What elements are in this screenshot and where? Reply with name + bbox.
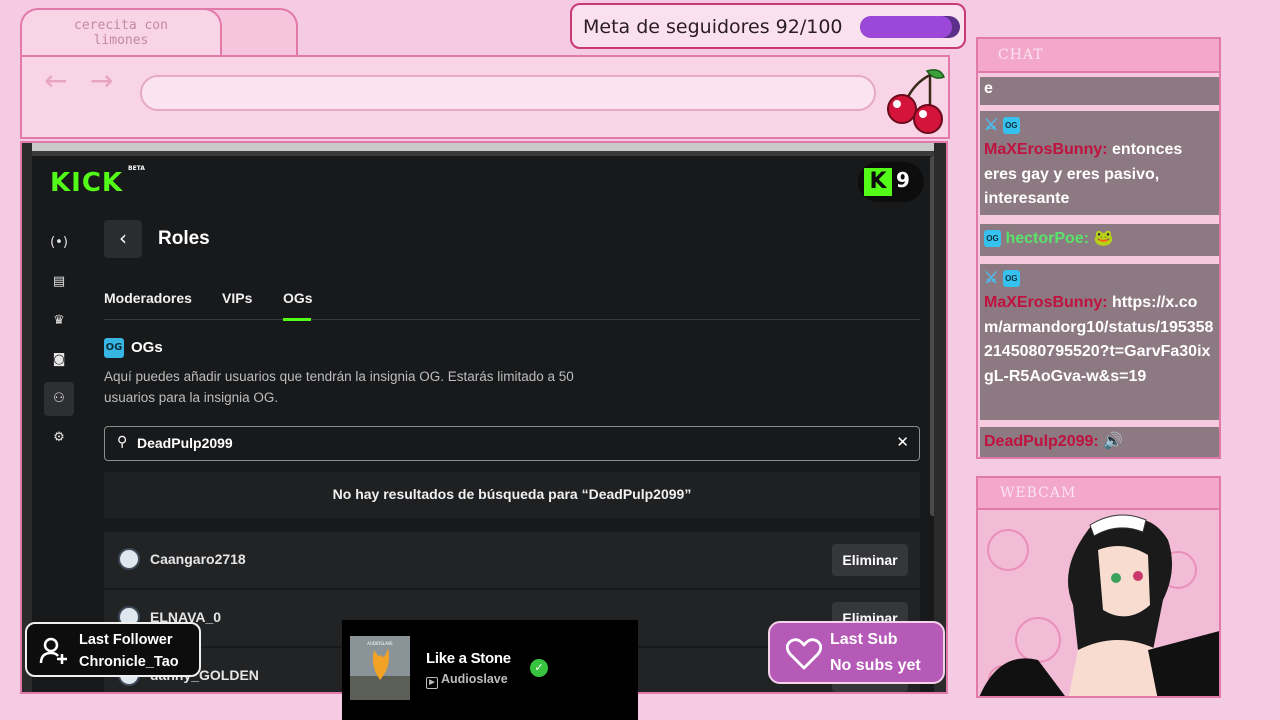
last-follower-name: Chronicle_Tao: [79, 654, 179, 670]
chat-message: ⚔ OG MaXErosBunny: https://x.com/armando…: [980, 264, 1219, 420]
kick-main: KICK BETA K 9 (•) ▤ ♛ ◙ ⚇ ⚙ ‹ Roles Mode…: [32, 156, 938, 692]
tab-title-line2: limones: [93, 33, 149, 48]
cherry-icon: [887, 69, 945, 134]
forward-arrow-icon[interactable]: →: [90, 64, 113, 97]
users-icon[interactable]: ⚇: [44, 382, 74, 416]
last-follower-label: Last Follower: [79, 632, 173, 648]
window-right-edge: [934, 143, 946, 692]
gear-icon[interactable]: ⚙: [44, 421, 74, 455]
chat-username[interactable]: MaXErosBunny:: [984, 141, 1108, 158]
tab-vips[interactable]: VIPs: [222, 290, 252, 306]
last-sub-label: Last Sub: [830, 631, 898, 648]
chat-message: e: [980, 77, 1219, 105]
chat-text: e: [984, 80, 993, 97]
follower-goal-fill: [860, 16, 952, 38]
og-description: Aquí puedes añadir usuarios que tendrán …: [104, 369, 574, 405]
follower-goal: Meta de seguidores 92/100: [570, 3, 966, 49]
roles-tabs: Moderadores VIPs OGs: [104, 290, 920, 321]
list-item: Caangaro2718 Eliminar: [104, 532, 920, 588]
og-badge-icon: OG: [984, 230, 1001, 248]
chat-username[interactable]: DeadPulp2099:: [984, 433, 1099, 450]
album-cover: AUDIOSLAVE: [350, 636, 410, 700]
chat-message: ⚔ OG MaXErosBunny: entonces eres gay y e…: [980, 111, 1219, 215]
add-user-icon: [39, 637, 67, 664]
now-playing-widget: AUDIOSLAVE Like a Stone ▶ Audioslave ✓: [342, 620, 638, 720]
heart-icon: [786, 638, 822, 670]
camera-icon[interactable]: ◙: [44, 343, 74, 377]
webcam-panel: WEBCAM: [976, 476, 1221, 698]
webcam-header: WEBCAM: [978, 478, 1219, 510]
play-icon: ▶: [426, 677, 438, 689]
broadcast-icon[interactable]: (•): [44, 226, 74, 260]
sword-icon: ⚔: [984, 117, 999, 134]
chat-badges: ⚔ OG: [984, 267, 1215, 291]
og-badge-icon: OG: [104, 338, 124, 358]
browser-toolbar: ← →: [20, 55, 950, 139]
browser-tab-active[interactable]: cerecita con limones: [20, 8, 222, 58]
tab-ogs[interactable]: OGs: [283, 290, 313, 306]
frog-emote-icon: 🐸: [1093, 230, 1114, 247]
og-badge-icon: OG: [1002, 270, 1020, 288]
chat-header: CHAT: [978, 39, 1219, 73]
url-bar[interactable]: [140, 75, 876, 111]
page-title: Roles: [158, 228, 210, 249]
close-icon[interactable]: ✕: [896, 433, 909, 451]
last-sub-value: No subs yet: [830, 657, 921, 674]
tab-title-line1: cerecita con: [74, 18, 168, 33]
sword-icon: ⚔: [984, 270, 999, 287]
follower-goal-text: Meta de seguidores 92/100: [583, 16, 843, 38]
og-username[interactable]: Caangaro2718: [150, 551, 246, 567]
analytics-icon[interactable]: ▤: [44, 265, 74, 299]
check-icon: ✓: [530, 659, 548, 677]
search-value: DeadPulp2099: [137, 435, 233, 451]
last-sub-widget: Last Sub No subs yet: [768, 621, 945, 684]
chat-badges: ⚔ OG: [984, 114, 1215, 138]
back-button[interactable]: ‹: [104, 220, 142, 258]
back-arrow-icon[interactable]: ←: [44, 64, 67, 97]
og-section-title: OGs: [131, 339, 163, 356]
track-title: Like a Stone: [426, 650, 511, 667]
no-results-message: No hay resultados de búsqueda para “Dead…: [104, 472, 920, 518]
chat-username[interactable]: MaXErosBunny:: [984, 294, 1108, 311]
track-artist-row: ▶ Audioslave: [426, 672, 508, 689]
chat-panel: CHAT e ⚔ OG MaXErosBunny: entonces eres …: [976, 37, 1221, 459]
speaker-emote-icon: 🔊: [1103, 433, 1124, 450]
chat-username[interactable]: hectorPoe:: [1005, 230, 1089, 247]
track-artist: Audioslave: [441, 672, 508, 686]
chat-message: OG hectorPoe: 🐸: [980, 224, 1219, 256]
search-icon: ⚲: [117, 434, 128, 450]
avatar: [118, 548, 140, 570]
chat-title: CHAT: [998, 47, 1044, 63]
last-follower-widget: Last Follower Chronicle_Tao: [25, 622, 201, 677]
search-input[interactable]: ⚲ DeadPulp2099 ✕: [104, 426, 920, 461]
album-art: AUDIOSLAVE: [350, 636, 410, 700]
roles-content: ‹ Roles Moderadores VIPs OGs OG OGs Aquí…: [104, 156, 922, 692]
trophy-icon[interactable]: ♛: [44, 304, 74, 338]
avatar-illustration: [979, 514, 1219, 696]
album-label: AUDIOSLAVE: [367, 641, 393, 646]
window-top-edge: [22, 143, 946, 151]
active-tab-underline: [283, 318, 311, 321]
webcam-feed: [978, 510, 1219, 696]
og-badge-icon: OG: [1002, 117, 1020, 135]
follower-goal-bar: [860, 16, 960, 38]
webcam-title: WEBCAM: [1000, 485, 1077, 501]
chat-message: DeadPulp2099: 🔊: [980, 427, 1219, 457]
remove-button[interactable]: Eliminar: [832, 544, 908, 576]
dashboard-sidenav: (•) ▤ ♛ ◙ ⚇ ⚙: [44, 226, 78, 460]
kick-dashboard-window: KICK BETA K 9 (•) ▤ ♛ ◙ ⚇ ⚙ ‹ Roles Mode…: [20, 141, 948, 694]
tab-moderadores[interactable]: Moderadores: [104, 290, 192, 306]
window-left-edge: [22, 143, 32, 692]
